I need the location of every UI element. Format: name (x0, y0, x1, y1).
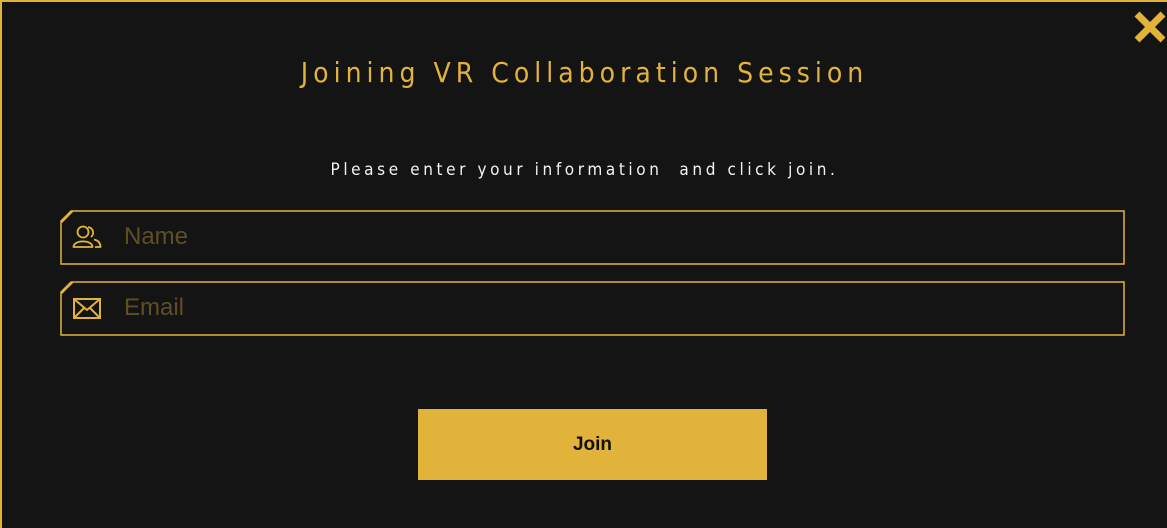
close-button[interactable] (1133, 10, 1167, 44)
close-icon[interactable] (1133, 10, 1167, 44)
name-field[interactable] (59, 209, 1125, 265)
dialog-instructions: Please enter your information and click … (330, 160, 839, 180)
join-session-dialog: Joining VR Collaboration Session Please … (0, 0, 1167, 528)
join-button[interactable]: Join (418, 409, 767, 480)
name-input[interactable] (124, 218, 1104, 256)
users-icon (72, 225, 102, 248)
email-input[interactable] (124, 289, 1104, 327)
mail-icon (73, 298, 101, 319)
dialog-title: Joining VR Collaboration Session (300, 56, 869, 89)
email-field[interactable] (59, 280, 1125, 336)
